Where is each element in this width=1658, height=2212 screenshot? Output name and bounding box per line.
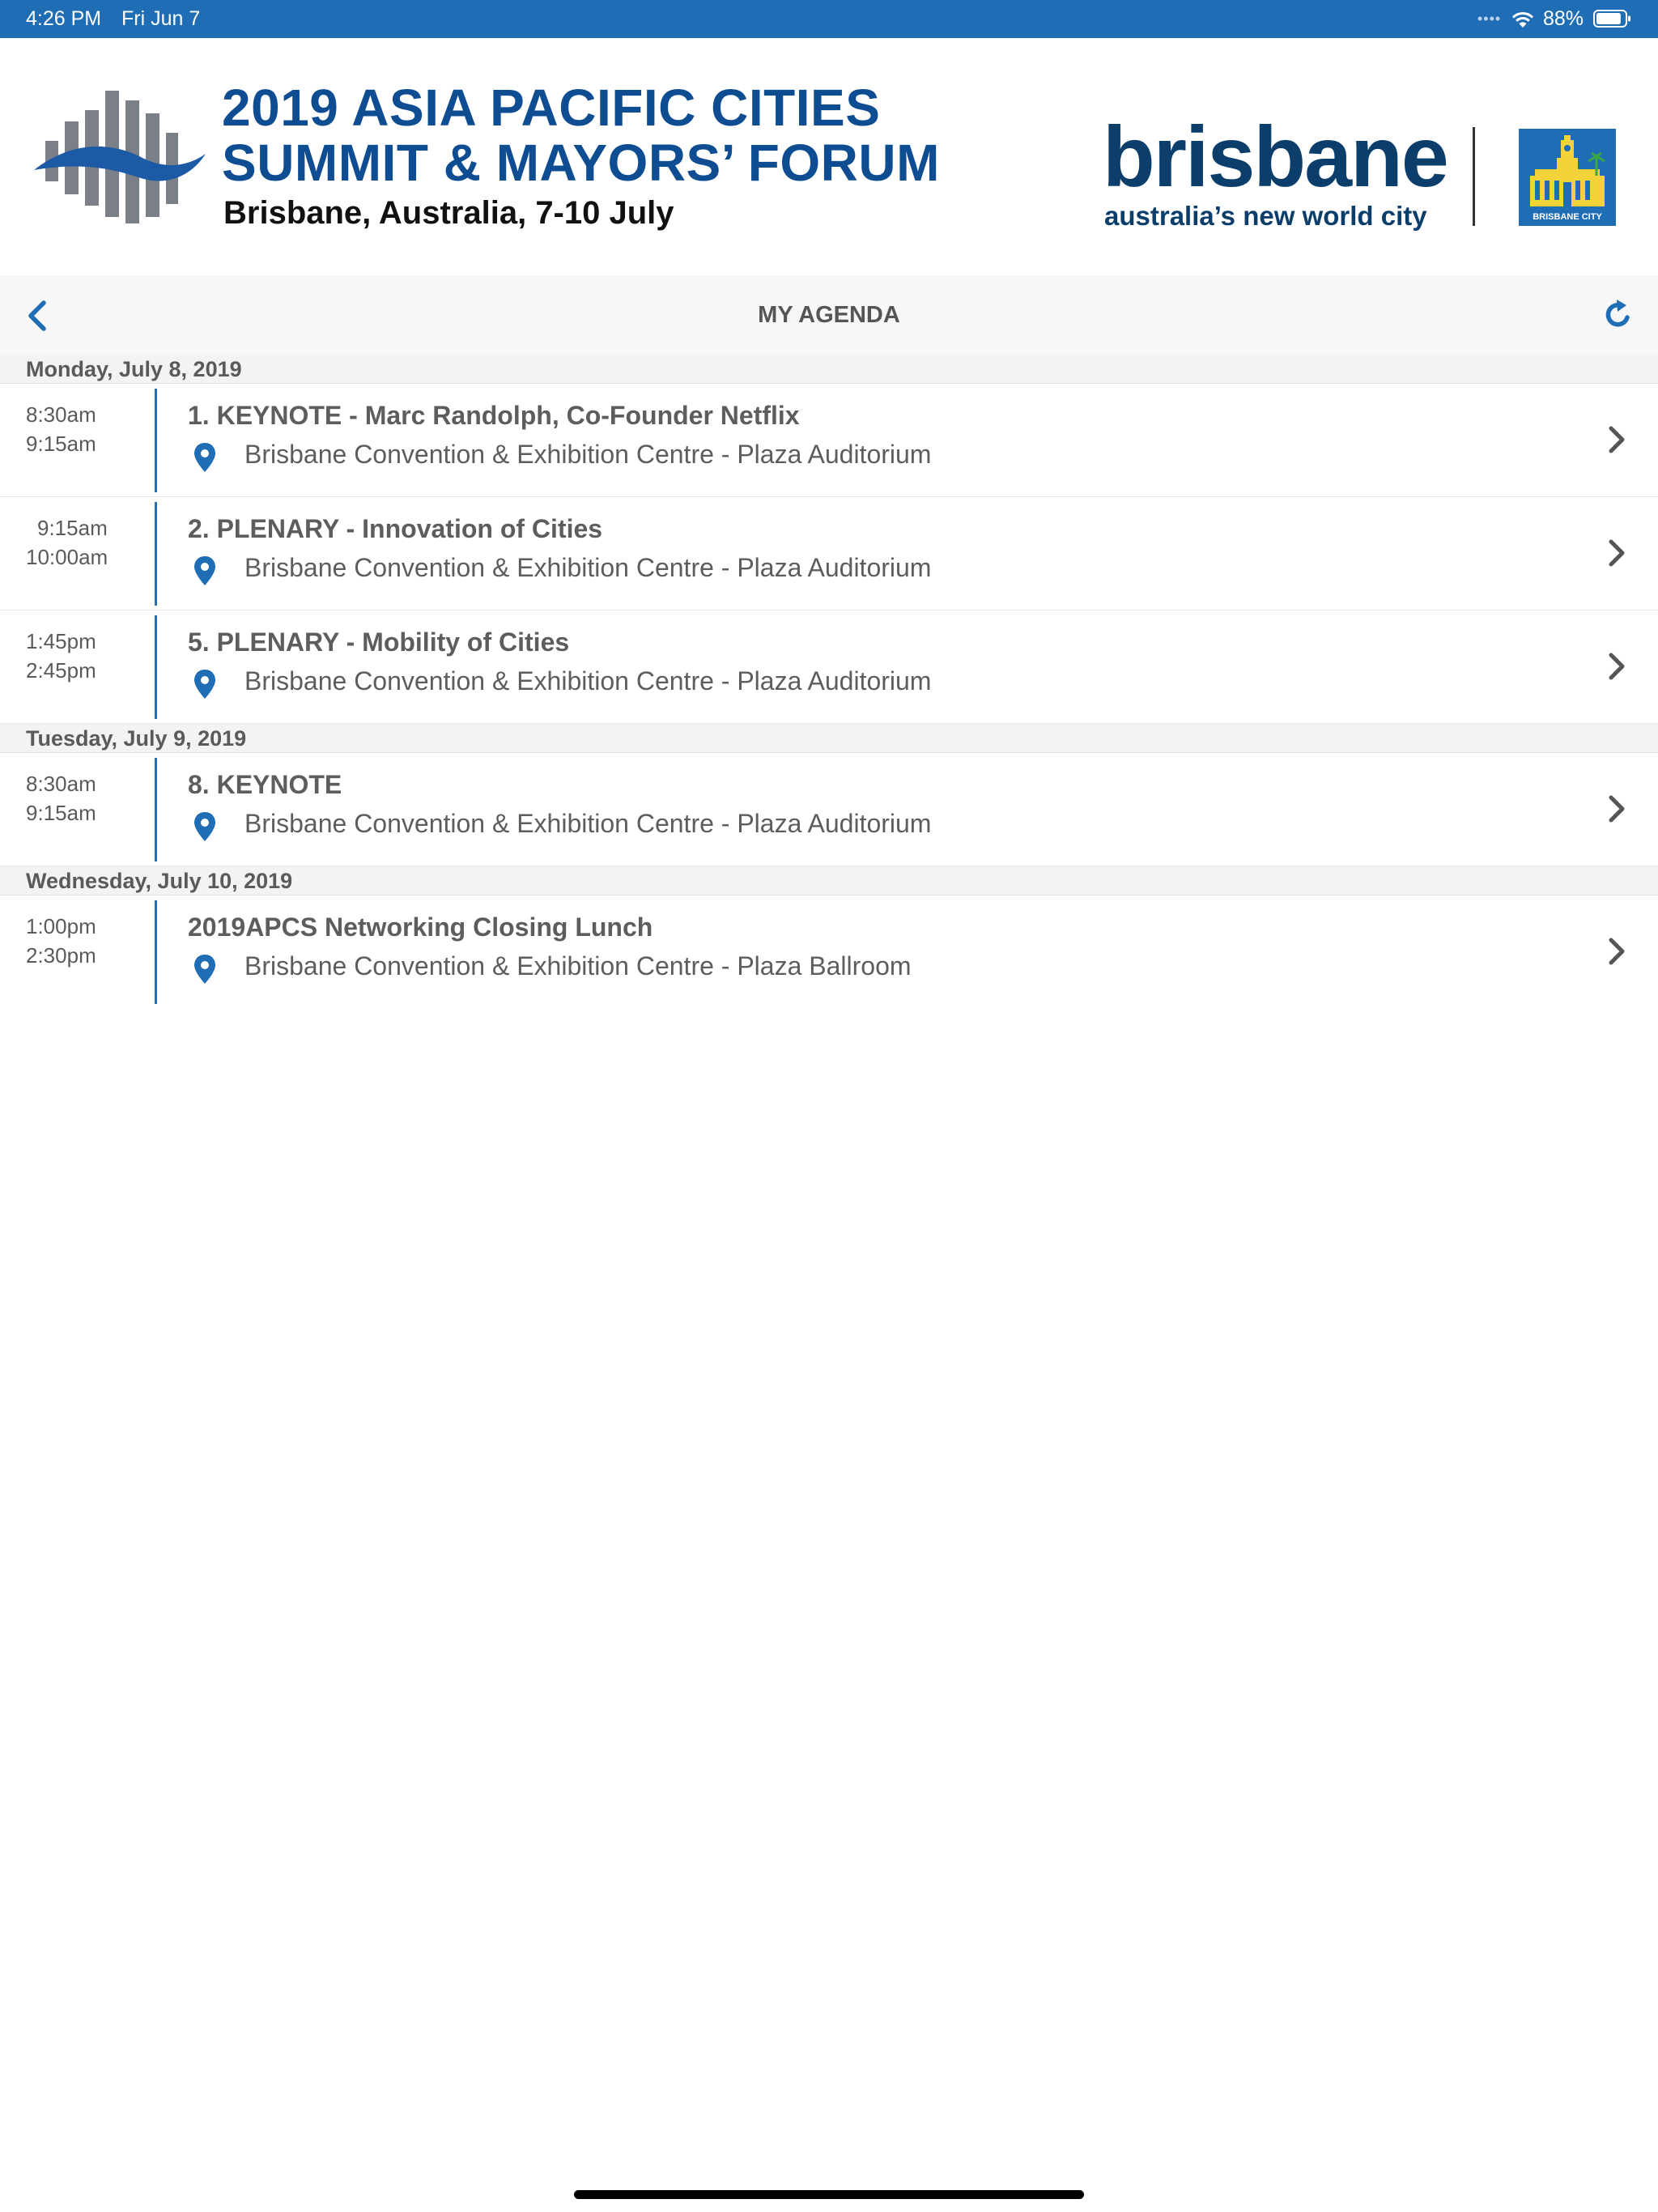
time-divider xyxy=(155,758,157,861)
session-start-time: 1:45pm xyxy=(26,629,96,653)
brisbane-wordmark: brisbane xyxy=(1103,109,1449,205)
agenda-list: Monday, July 8, 2019 8:30am 9:15am 1. KEYNO… xyxy=(0,355,1658,1009)
session-start-time: 1:00pm xyxy=(26,914,96,938)
logo-divider xyxy=(1473,127,1475,226)
day-header: Wednesday, July 10, 2019 xyxy=(0,866,1658,895)
session-end-time: 10:00am xyxy=(26,545,108,569)
session-title: 8. KEYNOTE xyxy=(188,770,342,799)
session-end-time: 9:15am xyxy=(26,432,96,456)
session-time: 1:00pm 2:30pm xyxy=(26,912,147,970)
event-subtitle: Brisbane, Australia, 7-10 July xyxy=(223,195,674,231)
crest-caption: BRISBANE CITY xyxy=(1533,212,1602,222)
session-title: 1. KEYNOTE - Marc Randolph, Co-Founder N… xyxy=(188,401,800,430)
location-pin-icon xyxy=(194,955,215,984)
session-location: Brisbane Convention & Exhibition Centre … xyxy=(244,951,912,981)
location-pin-icon xyxy=(194,443,215,472)
day-header: Tuesday, July 9, 2019 xyxy=(0,724,1658,753)
session-title: 2019APCS Networking Closing Lunch xyxy=(188,912,653,942)
time-divider xyxy=(155,502,157,606)
event-title: 2019 ASIA PACIFIC CITIES SUMMIT & MAYORS… xyxy=(222,80,940,190)
session-location: Brisbane Convention & Exhibition Centre … xyxy=(244,553,932,582)
brisbane-city-crest-icon: BRISBANE CITY xyxy=(1519,129,1616,226)
refresh-button[interactable] xyxy=(1601,297,1636,333)
session-location: Brisbane Convention & Exhibition Centre … xyxy=(244,809,932,838)
session-start-time: 9:15am xyxy=(37,516,108,540)
battery-percent: 88% xyxy=(1543,7,1584,30)
session-start-time: 8:30am xyxy=(26,402,96,427)
session-time: 8:30am 9:15am xyxy=(26,400,147,458)
time-divider xyxy=(155,615,157,719)
chevron-right-icon[interactable] xyxy=(1607,936,1626,967)
session-title: 5. PLENARY - Mobility of Cities xyxy=(188,627,570,657)
day-header: Monday, July 8, 2019 xyxy=(0,355,1658,384)
home-indicator[interactable] xyxy=(574,2190,1084,2199)
header-banner: 2019 ASIA PACIFIC CITIES SUMMIT & MAYORS… xyxy=(0,38,1658,275)
status-date: Fri Jun 7 xyxy=(121,7,201,30)
session-end-time: 9:15am xyxy=(26,801,96,825)
session-row[interactable]: 9:15am 10:00am 2. PLENARY - Innovation of … xyxy=(0,497,1658,610)
session-time: 9:15am 10:00am xyxy=(26,513,147,572)
session-row[interactable]: 8:30am 9:15am 8. KEYNOTE Brisbane Conventio… xyxy=(0,753,1658,866)
event-title-line-2: SUMMIT & MAYORS’ FORUM xyxy=(222,134,940,192)
session-title: 2. PLENARY - Innovation of Cities xyxy=(188,514,603,543)
session-start-time: 8:30am xyxy=(26,772,96,796)
cellular-dots-icon: •••• xyxy=(1477,11,1502,27)
chevron-right-icon[interactable] xyxy=(1607,793,1626,824)
session-location: Brisbane Convention & Exhibition Centre … xyxy=(244,440,932,469)
battery-icon xyxy=(1593,10,1630,28)
brisbane-tagline: australia’s new world city xyxy=(1104,201,1427,231)
session-time: 8:30am 9:15am xyxy=(26,769,147,827)
time-divider xyxy=(155,900,157,1004)
location-pin-icon xyxy=(194,556,215,585)
wifi-icon xyxy=(1511,12,1534,28)
chevron-right-icon[interactable] xyxy=(1607,424,1626,455)
session-row[interactable]: 1:45pm 2:45pm 5. PLENARY - Mobility of Cit… xyxy=(0,610,1658,724)
session-end-time: 2:45pm xyxy=(26,658,96,683)
apcs-logo-icon xyxy=(34,91,206,223)
nav-bar: MY AGENDA xyxy=(0,275,1658,355)
status-bar: 4:26 PM Fri Jun 7 •••• 88% xyxy=(0,0,1658,38)
session-row[interactable]: 8:30am 9:15am 1. KEYNOTE - Marc Randolph, … xyxy=(0,384,1658,497)
event-title-line-1: 2019 ASIA PACIFIC CITIES xyxy=(222,79,881,137)
page-title: MY AGENDA xyxy=(758,302,900,328)
chevron-right-icon[interactable] xyxy=(1607,651,1626,682)
chevron-right-icon[interactable] xyxy=(1607,538,1626,568)
location-pin-icon xyxy=(194,670,215,699)
session-time: 1:45pm 2:45pm xyxy=(26,627,147,685)
location-pin-icon xyxy=(194,812,215,841)
time-divider xyxy=(155,389,157,492)
session-end-time: 2:30pm xyxy=(26,943,96,968)
refresh-icon xyxy=(1605,300,1630,327)
session-row[interactable]: 1:00pm 2:30pm 2019APCS Networking Closing … xyxy=(0,895,1658,1009)
session-location: Brisbane Convention & Exhibition Centre … xyxy=(244,666,932,696)
status-time: 4:26 PM xyxy=(26,7,102,30)
